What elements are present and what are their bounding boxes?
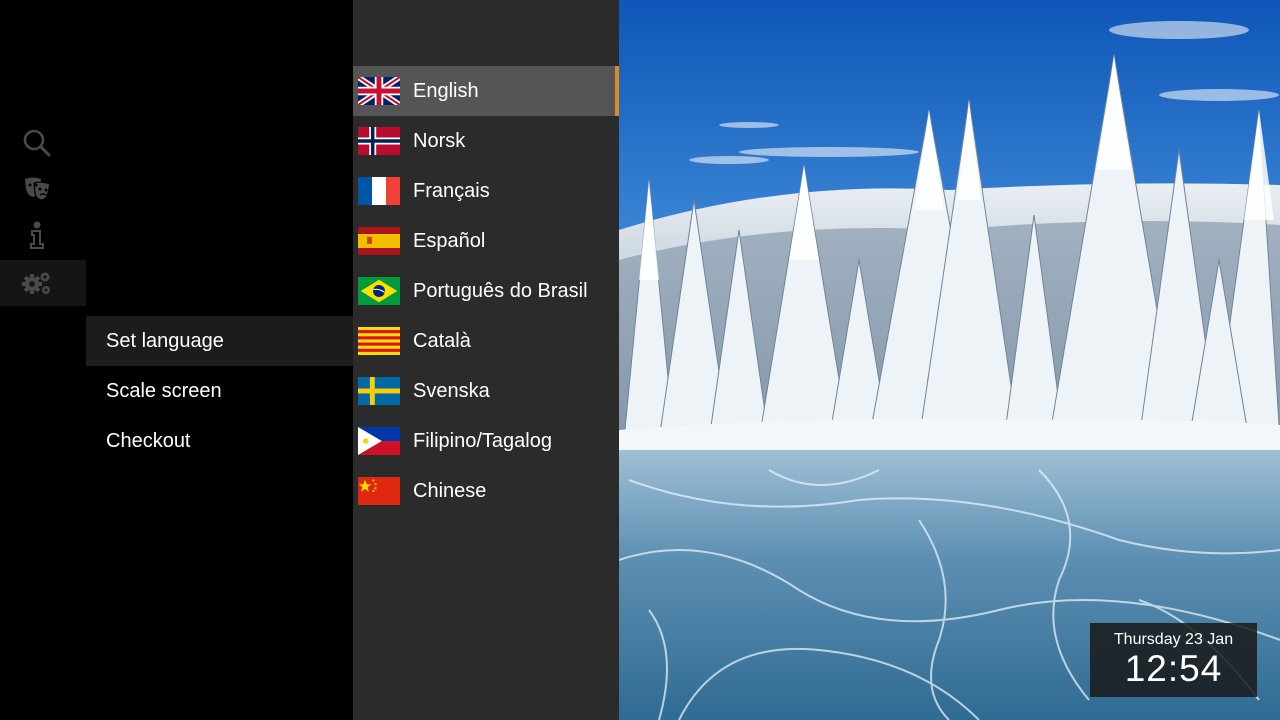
brazil-flag-icon bbox=[358, 277, 400, 305]
clock-widget: Thursday 23 Jan 12:54 bbox=[1090, 623, 1257, 697]
france-flag-icon bbox=[358, 177, 400, 205]
china-flag-icon bbox=[358, 477, 400, 505]
philippines-flag-icon bbox=[358, 427, 400, 455]
language-item-espanol[interactable]: Español bbox=[353, 216, 619, 266]
uk-flag-icon bbox=[358, 77, 400, 105]
submenu-item-scale-screen[interactable]: Scale screen bbox=[86, 366, 353, 416]
language-item-norsk[interactable]: Norsk bbox=[353, 116, 619, 166]
theater-masks-icon bbox=[25, 177, 51, 201]
icon-rail bbox=[0, 0, 86, 720]
info-icon bbox=[30, 221, 44, 249]
language-item-portugues-do-brasil[interactable]: Português do Brasil bbox=[353, 266, 619, 316]
language-item-chinese[interactable]: Chinese bbox=[353, 466, 619, 516]
background-image bbox=[619, 0, 1280, 720]
language-label: Português do Brasil bbox=[413, 279, 588, 302]
norway-flag-icon bbox=[358, 127, 400, 155]
language-label: Français bbox=[413, 179, 490, 202]
sweden-flag-icon bbox=[358, 377, 400, 405]
search-icon bbox=[23, 129, 51, 157]
catalonia-flag-icon bbox=[358, 327, 400, 355]
rail-item-settings[interactable] bbox=[0, 260, 86, 306]
clock-date: Thursday 23 Jan bbox=[1113, 631, 1234, 648]
submenu-item-label: Checkout bbox=[106, 429, 191, 452]
clock-time: 12:54 bbox=[1124, 648, 1223, 689]
language-item-filipino-tagalog[interactable]: Filipino/Tagalog bbox=[353, 416, 619, 466]
language-item-francais[interactable]: Français bbox=[353, 166, 619, 216]
rail-item-info[interactable] bbox=[0, 212, 86, 258]
settings-submenu: Set language Scale screen Checkout bbox=[86, 0, 353, 720]
submenu-item-checkout[interactable]: Checkout bbox=[86, 416, 353, 466]
rail-item-search[interactable] bbox=[0, 120, 86, 166]
settings-gears-icon bbox=[22, 272, 50, 294]
language-label: Español bbox=[413, 229, 486, 252]
language-label: Filipino/Tagalog bbox=[413, 429, 552, 452]
winter-lake-image bbox=[619, 0, 1280, 720]
language-label: Chinese bbox=[413, 479, 487, 502]
submenu-item-label: Scale screen bbox=[106, 379, 222, 402]
submenu-item-label: Set language bbox=[106, 329, 224, 352]
rail-item-shows[interactable] bbox=[0, 166, 86, 212]
language-label: Norsk bbox=[413, 129, 466, 152]
spain-flag-icon bbox=[358, 227, 400, 255]
submenu-item-set-language[interactable]: Set language bbox=[86, 316, 353, 366]
language-label: English bbox=[413, 79, 479, 102]
language-label: Català bbox=[413, 329, 471, 352]
language-item-catala[interactable]: Català bbox=[353, 316, 619, 366]
language-item-svenska[interactable]: Svenska bbox=[353, 366, 619, 416]
language-list: English Norsk Français Español Português… bbox=[353, 0, 619, 720]
language-item-english[interactable]: English bbox=[353, 66, 619, 116]
screen: Set language Scale screen Checkout Engli… bbox=[0, 0, 1280, 720]
language-label: Svenska bbox=[413, 379, 490, 402]
